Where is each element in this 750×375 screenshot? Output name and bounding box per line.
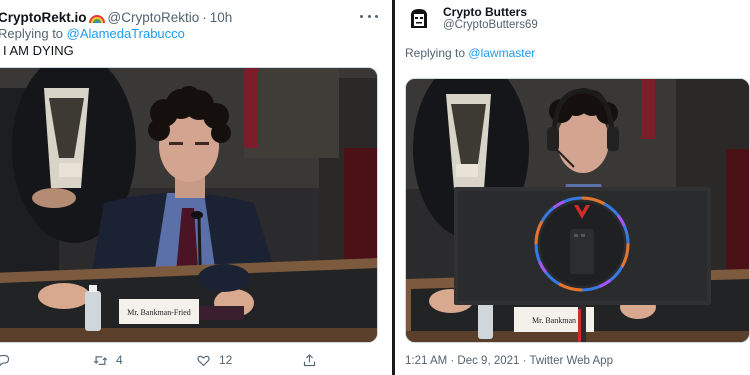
replying-to-label: Replying to	[405, 46, 466, 60]
tweet-actions: 4 12	[0, 350, 392, 370]
display-name[interactable]: Crypto Butters	[443, 5, 527, 19]
share-icon	[303, 353, 316, 366]
replying-to-label: Replying to	[0, 26, 64, 41]
avatar[interactable]	[406, 6, 432, 32]
replying-to-line: Replying to @AlamedaTrabucco	[0, 26, 185, 41]
nameplate-text: Mr. Bankman-Fried	[127, 308, 191, 317]
separator-dot: ·	[202, 9, 207, 25]
tweet-time[interactable]: 10h	[210, 10, 233, 25]
replying-to-link[interactable]: @AlamedaTrabucco	[67, 26, 185, 41]
rainbow-emoji-icon	[88, 11, 105, 24]
handle[interactable]: @CryptoRektio	[108, 10, 200, 25]
retweet-icon	[93, 355, 108, 365]
display-name[interactable]: CryptoRekt.io	[0, 10, 87, 25]
heart-icon	[197, 355, 210, 366]
like-button[interactable]: 12	[196, 350, 232, 370]
reply-button[interactable]	[0, 350, 19, 370]
tweet-photo[interactable]: Mr. Bankman-Fried	[0, 67, 378, 343]
nameplate-text: Mr. Bankman	[532, 316, 576, 325]
handle[interactable]: @CryptoButters69	[443, 19, 538, 31]
like-count: 12	[219, 353, 233, 367]
more-options-icon[interactable]	[360, 10, 378, 22]
tweet-timestamp[interactable]: 1:21 AM · Dec 9, 2021 · Twitter Web App	[405, 355, 613, 367]
tweet-photo[interactable]: Mr. Bankman	[405, 78, 750, 343]
right-tweet: Crypto Butters @CryptoButters69 Replying…	[395, 0, 750, 375]
retweet-count: 4	[116, 353, 123, 367]
share-button[interactable]	[302, 350, 325, 370]
replying-to-line: Replying to @lawmaster	[405, 46, 535, 60]
replying-to-link[interactable]: @lawmaster	[468, 46, 535, 60]
tweet-header: CryptoRekt.io @CryptoRektio · 10h	[0, 8, 232, 26]
left-tweet: CryptoRekt.io @CryptoRektio · 10h Replyi…	[0, 0, 392, 375]
reply-icon	[0, 354, 10, 366]
tweet-text: I AM DYING	[3, 43, 74, 58]
retweet-button[interactable]: 4	[93, 350, 123, 370]
